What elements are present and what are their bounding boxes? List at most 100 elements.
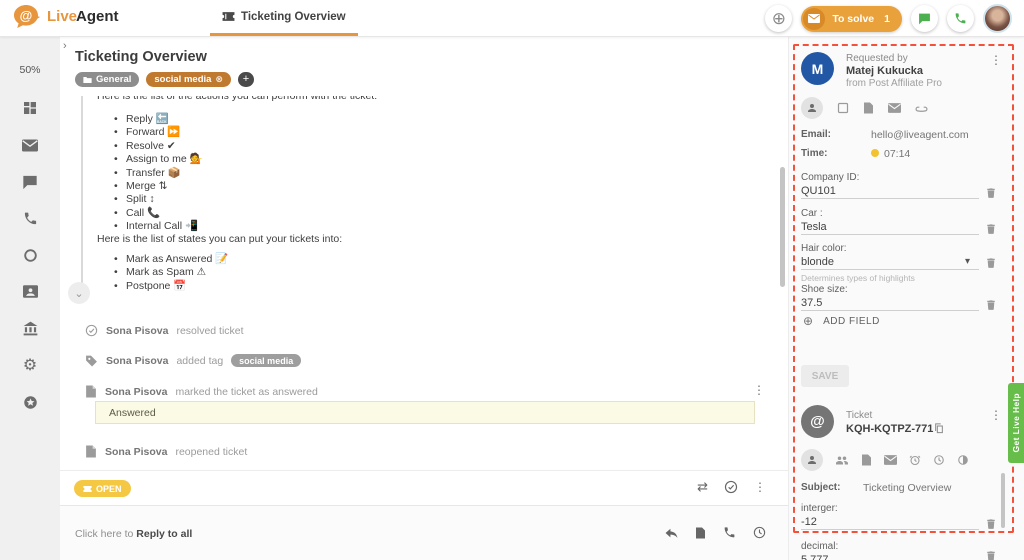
logo-bubble-icon: @	[14, 5, 40, 29]
field-input[interactable]: QU101	[801, 185, 836, 197]
mail-icon	[22, 139, 38, 152]
requester-heading: Requested by	[846, 53, 908, 64]
logo-text-live: Live	[47, 8, 77, 25]
field-input[interactable]: -12	[801, 516, 817, 528]
field-input[interactable]: 37.5	[801, 297, 822, 309]
list-item: Resolve ✔	[114, 140, 203, 153]
delete-field-button[interactable]	[986, 223, 996, 234]
get-live-help-tab[interactable]: Get Live Help	[1008, 383, 1024, 463]
get-live-help-label: Get Live Help	[1011, 393, 1021, 453]
field-label: interger:	[801, 503, 838, 514]
copy-icon	[934, 423, 944, 434]
reply-actions	[665, 526, 766, 539]
ticket-main: › Ticketing Overview General social medi…	[60, 36, 788, 560]
link-icon[interactable]	[915, 103, 928, 113]
to-solve-button[interactable]: To solve 1	[801, 6, 902, 32]
envelope-icon[interactable]	[884, 455, 897, 465]
reply-icon[interactable]	[665, 527, 678, 538]
chats-button[interactable]	[911, 5, 938, 32]
delete-field-button[interactable]	[986, 518, 996, 529]
chat-icon	[22, 175, 38, 190]
chevron-right-icon[interactable]: ›	[63, 40, 67, 52]
field-input[interactable]: 5.777	[801, 554, 829, 560]
subject-label: Subject:	[801, 482, 840, 493]
ring-icon	[23, 248, 38, 263]
list-item: Forward ⏩	[114, 126, 203, 139]
status-badge[interactable]: OPEN	[74, 480, 131, 497]
tab-ticketing-overview[interactable]: Ticketing Overview	[210, 0, 358, 36]
timeline-entry: Sona Pisova added tag social media	[85, 354, 301, 367]
zoom-level: 50%	[0, 64, 60, 76]
sidebar-item-tickets[interactable]	[21, 136, 39, 154]
schedule-icon[interactable]	[753, 526, 766, 539]
delete-field-button[interactable]	[986, 550, 996, 560]
add-field-button[interactable]: ⊕ ADD FIELD	[803, 314, 880, 328]
timeline-user: Sona Pisova	[105, 446, 167, 458]
sidebar-item-addons[interactable]	[21, 393, 39, 411]
social-media-tag[interactable]: social media ⊗	[146, 72, 231, 87]
note-icon[interactable]	[861, 454, 872, 466]
field-dropdown[interactable]: blonde	[801, 256, 834, 268]
user-avatar[interactable]	[983, 4, 1012, 33]
transfer-icon[interactable]: ⇄	[697, 479, 708, 495]
trash-icon	[986, 299, 996, 310]
add-tag-button[interactable]: +	[238, 72, 254, 87]
list-item: Transfer 📦	[114, 167, 203, 180]
department-tag[interactable]: General	[75, 72, 139, 87]
sidebar-item-portal[interactable]	[21, 319, 39, 337]
timeline-user: Sona Pisova	[106, 355, 168, 367]
sidebar-item-contacts[interactable]	[21, 282, 39, 300]
sidebar-item-calls[interactable]	[21, 209, 39, 227]
reply-bar[interactable]: Click here to Reply to all	[60, 505, 788, 560]
list-item: Postpone 📅	[114, 280, 228, 293]
sidebar-item-status[interactable]	[21, 246, 39, 264]
phone-icon[interactable]	[723, 526, 736, 539]
main-scrollbar[interactable]	[780, 167, 785, 287]
delete-field-button[interactable]	[986, 299, 996, 310]
field-input[interactable]: Tesla	[801, 221, 827, 233]
people-icon[interactable]	[835, 455, 849, 466]
delete-field-button[interactable]	[986, 187, 996, 198]
sidebar-item-chats[interactable]	[21, 173, 39, 191]
timeline-entry: Sona Pisova resolved ticket	[85, 324, 244, 337]
requester-menu-icon[interactable]: ⋮	[990, 53, 1002, 67]
copy-ticket-code-button[interactable]	[934, 423, 944, 434]
sidebar-item-settings[interactable]: ⚙	[21, 356, 39, 374]
add-button[interactable]: ⊕	[765, 5, 792, 32]
envelope-icon[interactable]	[888, 103, 901, 113]
alarm-icon[interactable]	[909, 454, 921, 466]
contrast-icon[interactable]	[957, 454, 969, 466]
ticket-menu-icon[interactable]: ⋮	[990, 408, 1002, 422]
liveagent-logo[interactable]: @ LiveAgent	[14, 5, 119, 29]
reply-prompt[interactable]: Click here to Reply to all	[75, 528, 192, 540]
requester-avatar[interactable]: M	[801, 52, 834, 85]
sidebar-item-dashboard[interactable]	[21, 99, 39, 117]
expand-history-button[interactable]: ⌄	[68, 282, 90, 304]
timeline-entry: Sona Pisova reopened ticket	[85, 445, 247, 458]
note-icon[interactable]	[695, 527, 706, 539]
note-icon[interactable]	[863, 102, 874, 114]
delete-field-button[interactable]	[986, 257, 996, 268]
history-icon[interactable]	[933, 454, 945, 466]
save-button[interactable]: SAVE	[801, 365, 849, 387]
more-options-icon[interactable]: ⋮	[754, 480, 766, 494]
check-circle-icon	[85, 324, 98, 337]
panel-scrollbar[interactable]	[1001, 473, 1005, 528]
ticket-details-tab[interactable]	[801, 449, 823, 471]
checkbox-icon[interactable]	[837, 102, 849, 114]
contact-tab[interactable]	[801, 97, 823, 119]
ticket-avatar: @	[801, 405, 834, 438]
calls-button[interactable]	[947, 5, 974, 32]
ticket-tab-icon	[222, 11, 235, 22]
requester-source: from Post Affiliate Pro	[846, 78, 942, 89]
remove-tag-icon[interactable]: ⊗	[215, 74, 223, 85]
timeline-entry-menu[interactable]: ⋮	[753, 383, 765, 397]
page-title: Ticketing Overview	[75, 49, 207, 65]
note-icon	[85, 445, 97, 458]
caret-down-icon[interactable]: ▾	[965, 256, 970, 267]
requester-name[interactable]: Matej Kukucka	[846, 65, 923, 77]
resolve-icon[interactable]	[724, 480, 738, 494]
ticket-code: KQH-KQTPZ-771	[846, 423, 933, 435]
svg-text:@: @	[20, 8, 33, 23]
requester-tabs	[801, 97, 928, 119]
